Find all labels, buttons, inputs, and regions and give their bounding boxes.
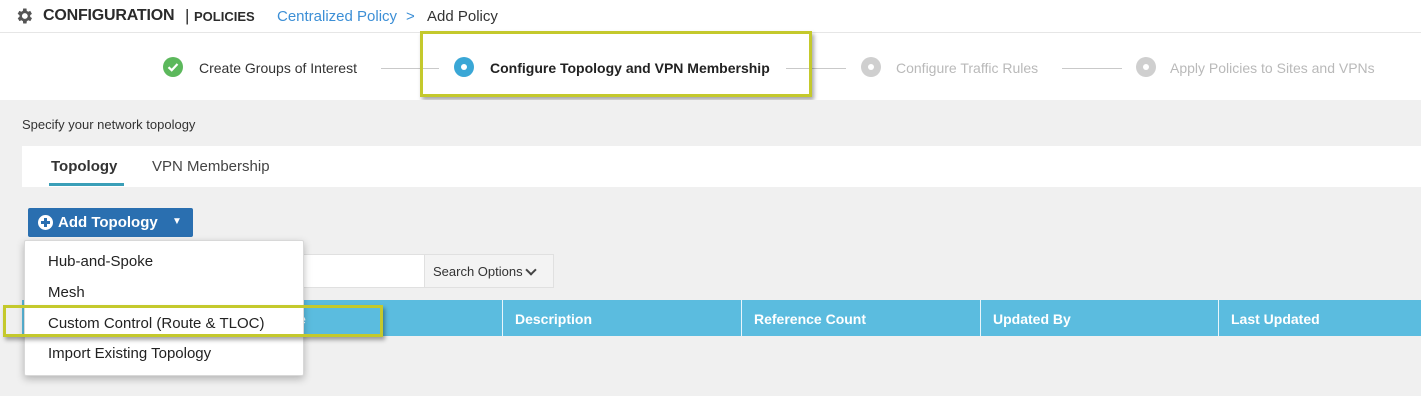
column-header-last-updated[interactable]: Last Updated [1218,300,1421,336]
search-options-label: Search Options [433,264,523,279]
add-topology-button[interactable]: Add Topology ▼ [28,208,193,237]
breadcrumb-separator: > [406,8,415,25]
menu-item-hub-and-spoke[interactable]: Hub-and-Spoke [48,253,153,270]
breadcrumb-centralized-policy[interactable]: Centralized Policy [277,8,397,25]
breadcrumb-current: Add Policy [427,8,498,25]
menu-item-mesh[interactable]: Mesh [48,284,85,301]
gear-icon [17,8,32,24]
tab-topology[interactable]: Topology [51,158,117,175]
step-create-groups[interactable]: Create Groups of Interest [199,60,357,76]
title-separator: | [185,6,190,25]
column-header-description[interactable]: Description [502,300,741,336]
tab-active-underline [49,183,124,186]
step-todo-icon [861,57,881,77]
page-title: CONFIGURATION [43,7,175,24]
page-header: CONFIGURATION | POLICIES Centralized Pol… [0,0,1421,33]
step-done-check-icon [163,57,183,77]
chevron-down-icon [525,264,537,276]
column-header-reference-count[interactable]: Reference Count [741,300,980,336]
plus-circle-icon [38,215,53,230]
step-connector [1062,68,1122,69]
highlight-custom-control [3,305,383,337]
caret-down-icon: ▼ [172,216,182,227]
topology-instruction: Specify your network topology [22,117,196,132]
topology-tabs: Topology VPN Membership [22,146,1421,187]
tab-vpn-membership[interactable]: VPN Membership [152,158,270,175]
step-configure-traffic-rules[interactable]: Configure Traffic Rules [896,60,1038,76]
step-todo-icon [1136,57,1156,77]
highlight-active-step [420,31,812,97]
page-subtitle: POLICIES [194,9,255,24]
search-options-button[interactable]: Search Options [424,254,554,288]
search-input[interactable] [300,254,424,288]
menu-item-import-topology[interactable]: Import Existing Topology [48,345,211,362]
column-header-updated-by[interactable]: Updated By [980,300,1218,336]
add-topology-label: Add Topology [58,214,158,231]
step-apply-policies[interactable]: Apply Policies to Sites and VPNs [1170,60,1375,76]
